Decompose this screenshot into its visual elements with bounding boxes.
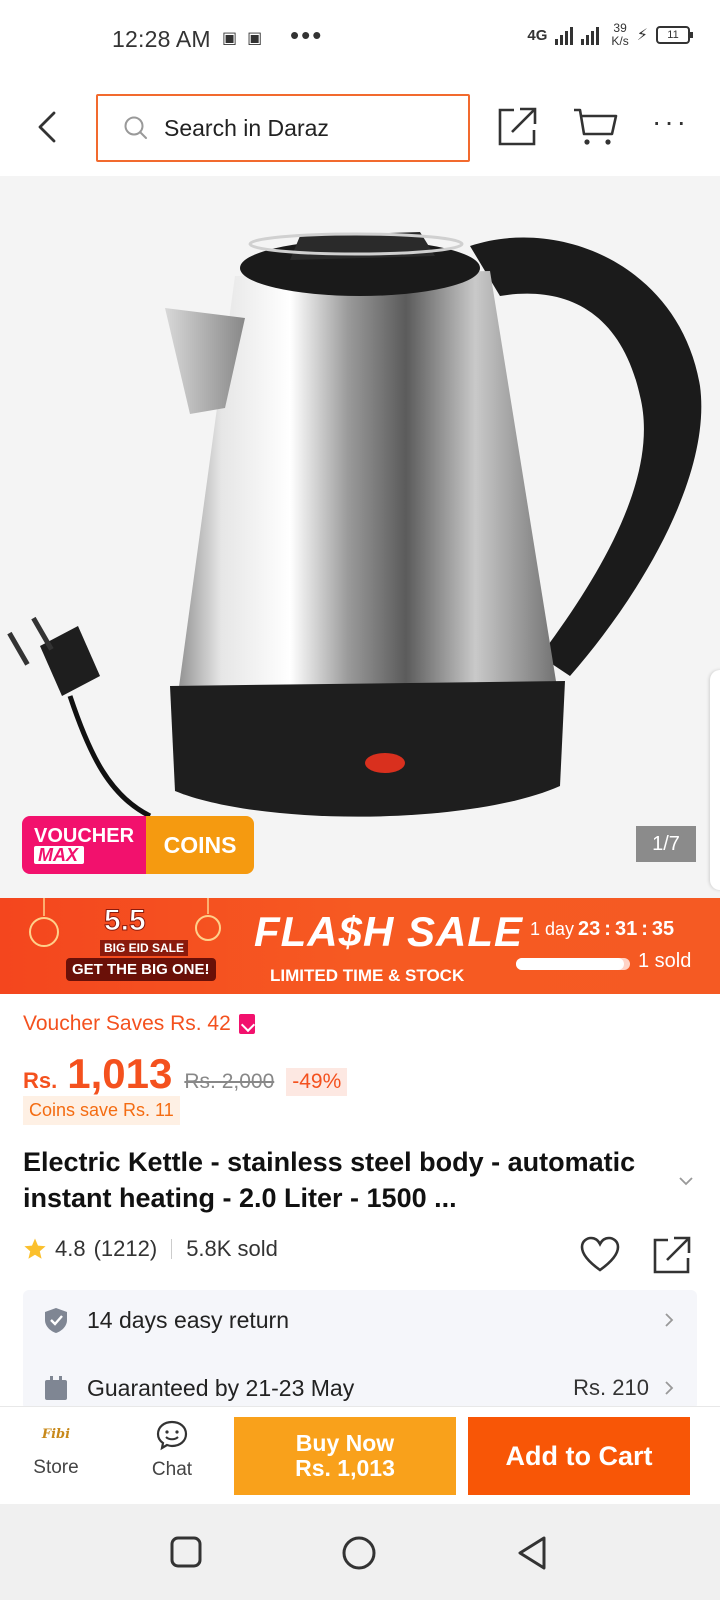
net-speed: 39 K/s (611, 22, 628, 48)
buy-now-label: Buy Now (295, 1430, 395, 1456)
flash-sale-banner[interactable]: 5.5 BIG EID SALE GET THE BIG ONE! FLA$H … (0, 898, 720, 994)
star-icon (24, 1238, 46, 1259)
voucher-saves-text: Voucher Saves Rs. 42 (23, 1012, 231, 1035)
top-header: Search in Daraz ··· (0, 80, 720, 176)
status-right: 4G 39 K/s ⚡ 11 (527, 22, 693, 48)
delivery-row[interactable]: Guaranteed by 21-23 May Rs. 210 (23, 1358, 697, 1410)
back-icon[interactable] (514, 1534, 550, 1572)
product-image-gallery[interactable]: VOUCHER MAX COINS 1/7 (0, 176, 720, 898)
delivery-fee: Rs. 210 (573, 1375, 649, 1400)
more-icon[interactable]: ··· (652, 106, 689, 138)
status-time: 12:28 AM (112, 26, 211, 52)
eid-sale-badge: 5.5 BIG EID SALE GET THE BIG ONE! (64, 904, 224, 990)
heart-icon[interactable] (580, 1236, 620, 1274)
max-label: MAX (34, 846, 84, 864)
chat-button[interactable]: Chat (134, 1419, 210, 1495)
timer-hours: 23 (578, 918, 601, 940)
buy-now-button[interactable]: Buy Now Rs. 1,013 (234, 1417, 456, 1495)
cart-icon[interactable] (572, 104, 618, 150)
store-label: Store (33, 1457, 79, 1478)
divider (171, 1239, 173, 1259)
product-image (7, 232, 702, 819)
store-logo: Fibi (41, 1426, 71, 1442)
easy-return-text: 14 days easy return (87, 1306, 290, 1333)
net-speed-unit: K/s (611, 34, 629, 48)
charging-icon: ⚡ (636, 27, 648, 44)
flash-sale-subtitle: LIMITED TIME & STOCK (270, 966, 465, 985)
service-info-panel: 14 days easy return Guaranteed by 21-23 … (23, 1290, 697, 1410)
calendar-icon (45, 1376, 67, 1400)
eid-badge-bottom: GET THE BIG ONE! (66, 958, 216, 981)
search-input[interactable]: Search in Daraz (96, 94, 470, 162)
search-placeholder: Search in Daraz (164, 114, 329, 141)
price-line: Rs. 1,013 Rs. 2,000 -49% (23, 1050, 348, 1098)
notification-dots-icon: ••• (290, 20, 324, 50)
voucher-label: VOUCHER (34, 825, 135, 847)
recent-apps-icon[interactable] (168, 1534, 204, 1570)
flash-sale-progress (516, 958, 630, 970)
shield-check-icon (45, 1308, 67, 1333)
eid-badge-mid: BIG EID SALE (100, 940, 189, 956)
voucher-saves[interactable]: Voucher Saves Rs. 42 (23, 1012, 255, 1036)
next-image-peek (710, 670, 720, 890)
voucher-coins-badge: VOUCHER MAX COINS (22, 816, 254, 874)
chevron-down-icon[interactable] (676, 1174, 696, 1188)
timer-minutes: 31 (614, 918, 638, 940)
buy-now-price: Rs. 1,013 (295, 1455, 395, 1481)
rating-value: 4.8 (55, 1236, 86, 1261)
network-type: 4G (527, 26, 548, 44)
search-icon (124, 116, 147, 139)
bottom-action-bar: Fibi Store Chat Buy Now Rs. 1,013 Add to… (0, 1406, 720, 1504)
eid-badge-top: 5.5 (104, 904, 147, 938)
coins-save-badge: Coins save Rs. 11 (23, 1096, 180, 1125)
share-icon[interactable] (496, 104, 540, 150)
discount-badge: -49% (286, 1068, 348, 1096)
timer-seconds: 35 (651, 918, 675, 940)
coins-badge: COINS (146, 816, 254, 874)
timer-days: 1 day (530, 919, 575, 939)
chevron-right-icon (665, 1313, 674, 1327)
delivery-text: Guaranteed by 21-23 May (87, 1374, 355, 1401)
chat-label: Chat (151, 1459, 193, 1480)
system-nav-bar (0, 1504, 720, 1600)
back-arrow-icon[interactable] (30, 102, 70, 152)
flash-sale-title: FLA$H SALE (254, 908, 524, 955)
currency: Rs. (23, 1068, 58, 1093)
image-counter: 1/7 (636, 826, 696, 862)
game-controller-icons: ▣ ▣ (222, 30, 263, 47)
chevron-right-icon (665, 1381, 674, 1395)
status-bar: 12:28 AM ▣ ▣ ••• 4G 39 K/s ⚡ 11 (0, 0, 720, 80)
share-icon[interactable] (652, 1234, 692, 1276)
current-price: 1,013 (67, 1050, 173, 1097)
voucher-icon (238, 1014, 255, 1034)
flash-sale-progress-fill (516, 958, 625, 970)
store-button[interactable]: Fibi Store (18, 1419, 94, 1495)
voucher-max-badge: VOUCHER MAX (22, 816, 146, 874)
chat-icon (156, 1420, 188, 1451)
flash-sale-sold: 1 sold (638, 950, 692, 972)
add-to-cart-button[interactable]: Add to Cart (468, 1417, 690, 1495)
signal-icon (555, 27, 600, 45)
rating-row[interactable]: 4.8 (1212) 5.8K sold (23, 1236, 278, 1262)
rating-count: (1212) (93, 1236, 158, 1261)
easy-return-row[interactable]: 14 days easy return (23, 1290, 697, 1350)
sold-count: 5.8K sold (186, 1236, 278, 1261)
battery-icon: 11 (656, 26, 693, 44)
product-title[interactable]: Electric Kettle - stainless steel body -… (23, 1144, 663, 1216)
home-icon[interactable] (340, 1534, 378, 1572)
flash-sale-timer: 1 day 23: 31: 35 (530, 918, 675, 940)
original-price: Rs. 2,000 (184, 1070, 275, 1093)
